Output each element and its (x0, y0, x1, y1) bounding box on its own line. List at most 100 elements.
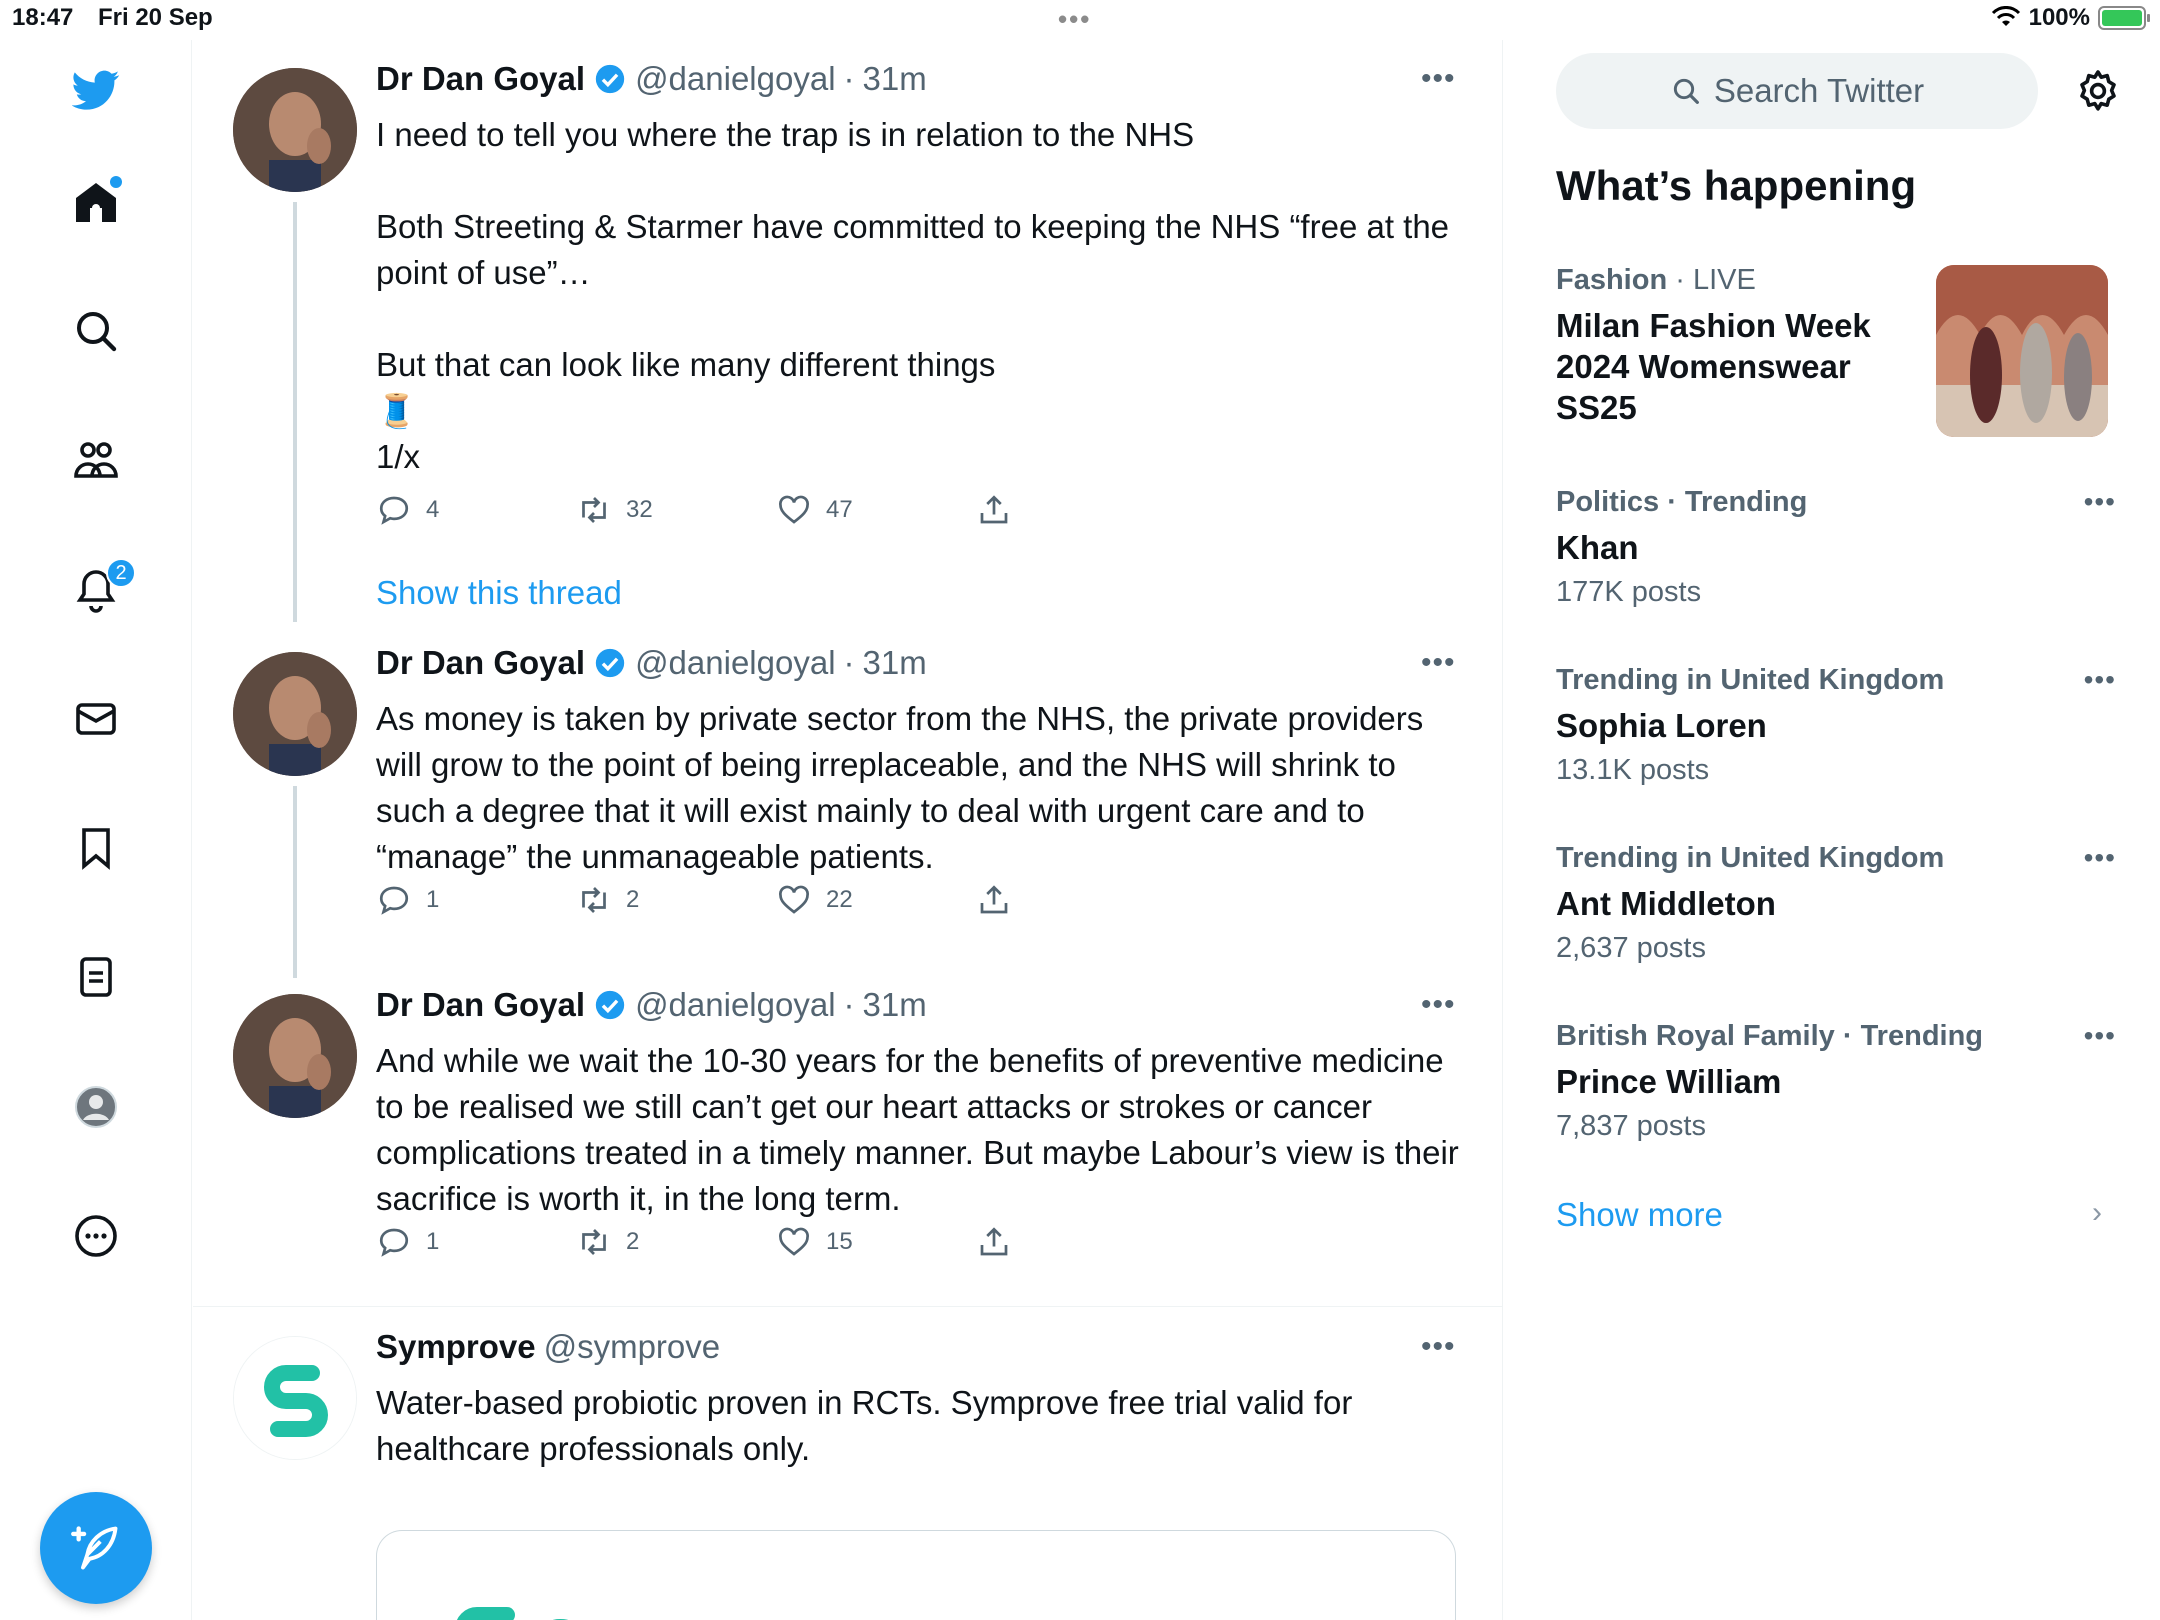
retweet-count: 2 (626, 886, 640, 913)
trend-category: Politics · Trending (1556, 486, 1808, 518)
share-button[interactable] (976, 492, 1176, 528)
reply-count: 1 (426, 1228, 440, 1255)
lists-icon[interactable] (66, 947, 126, 1007)
author-name[interactable]: Dr Dan Goyal (376, 644, 585, 682)
like-count: 22 (826, 886, 853, 913)
trend-title: Milan Fashion Week 2024 Womenswear SS25 (1556, 307, 1871, 426)
trend-more-icon[interactable]: ••• (2084, 486, 2116, 518)
left-nav: 2 (0, 40, 192, 1620)
tweet-timestamp[interactable]: 31m (863, 60, 927, 98)
trend-live-label: LIVE (1692, 264, 1756, 296)
header-separator: · (843, 644, 855, 681)
author-name[interactable]: Dr Dan Goyal (376, 60, 585, 98)
communities-icon[interactable] (66, 430, 126, 490)
trend-item[interactable]: British Royal Family · Trending Prince W… (1556, 1020, 2116, 1143)
heart-icon (779, 1227, 809, 1256)
ad-media-card[interactable]: Symprove (376, 1530, 1456, 1620)
trend-more-icon[interactable]: ••• (2084, 664, 2116, 696)
like-count: 47 (826, 496, 853, 523)
tweet-line-gap (376, 158, 1466, 204)
tweet-header: Dr Dan Goyal @danielgoyal · 31m (376, 60, 927, 98)
trend-more-icon[interactable]: ••• (2084, 842, 2116, 874)
trend-post-count: 2,637 posts (1556, 932, 1706, 964)
show-thread-link[interactable]: Show this thread (376, 574, 622, 612)
author-handle[interactable]: @danielgoyal (635, 644, 835, 682)
retweet-icon (582, 497, 606, 523)
search-input[interactable]: Search Twitter (1556, 53, 2038, 129)
tweet-more-icon[interactable]: ••• (1421, 62, 1456, 96)
tweet-actions: 1 2 15 (376, 1224, 1176, 1260)
trend-title: Sophia Loren (1556, 707, 1767, 744)
heart-icon (779, 495, 809, 524)
show-more-link[interactable]: Show more (1556, 1196, 1723, 1234)
reply-count: 1 (426, 886, 440, 913)
tweet-more-icon[interactable]: ••• (1421, 988, 1456, 1022)
trend-thumbnail-image[interactable] (1936, 265, 2108, 437)
author-avatar[interactable] (233, 68, 357, 192)
tweet-more-icon[interactable]: ••• (1421, 646, 1456, 680)
settings-gear-icon[interactable] (2074, 67, 2122, 115)
tweet-more-icon[interactable]: ••• (1421, 1330, 1456, 1364)
retweet-button[interactable]: 32 (576, 492, 776, 528)
retweet-button[interactable]: 2 (576, 882, 776, 918)
tweet-timestamp[interactable]: 31m (863, 644, 927, 682)
status-indicators: 100% (1991, 4, 2150, 32)
more-options-icon[interactable] (66, 1206, 126, 1266)
tweet-timestamp[interactable]: 31m (863, 986, 927, 1024)
reply-button[interactable]: 4 (376, 492, 576, 528)
header-separator: · (843, 986, 855, 1023)
like-button[interactable]: 22 (776, 882, 976, 918)
trend-category: Fashion · LIVE (1556, 264, 1936, 297)
verified-badge-icon (595, 648, 625, 678)
share-icon (980, 1227, 1008, 1256)
status-time: 18:47 (12, 4, 74, 31)
trend-item[interactable]: Politics · Trending Khan 177K posts ••• (1556, 486, 2116, 609)
author-handle[interactable]: @danielgoyal (635, 60, 835, 98)
reply-icon (379, 496, 409, 525)
profile-avatar-icon[interactable] (66, 1077, 126, 1137)
reply-button[interactable]: 1 (376, 882, 576, 918)
trend-post-count: 7,837 posts (1556, 1110, 1706, 1142)
symprove-logo-icon (457, 1607, 515, 1620)
tweet-actions: 4 32 47 (376, 492, 1176, 528)
compose-tweet-button[interactable] (40, 1492, 152, 1604)
author-avatar[interactable] (233, 652, 357, 776)
retweet-button[interactable]: 2 (576, 1224, 776, 1260)
reply-button[interactable]: 1 (376, 1224, 576, 1260)
tweet-line: Both Streeting & Starmer have committed … (376, 208, 1450, 291)
status-date: Fri 20 Sep (98, 4, 213, 31)
right-sidebar: Search Twitter What’s happening Fashion … (1504, 40, 2160, 1620)
battery-icon (2098, 6, 2150, 30)
home-icon[interactable] (66, 172, 126, 232)
like-button[interactable]: 47 (776, 492, 976, 528)
share-button[interactable] (976, 882, 1176, 918)
notifications-badge: 2 (106, 558, 136, 588)
trend-post-count: 13.1K posts (1556, 754, 1710, 786)
tweet-text: As money is taken by private sector from… (376, 700, 1424, 875)
compose-feather-icon (71, 1526, 118, 1570)
author-avatar[interactable] (233, 994, 357, 1118)
chevron-right-icon[interactable]: › (2092, 1196, 2102, 1230)
bookmarks-icon[interactable] (66, 818, 126, 878)
advertiser-handle[interactable]: @symprove (544, 1328, 721, 1366)
thread-connector (293, 202, 297, 622)
like-button[interactable]: 15 (776, 1224, 976, 1260)
thread-emoji: 🧵 (376, 392, 418, 429)
twitter-logo-icon[interactable] (66, 60, 126, 120)
ad-card-logo: Symprove (443, 1597, 821, 1620)
trend-more-icon[interactable]: ••• (2084, 1020, 2116, 1052)
multitasking-dots-icon[interactable]: ••• (1058, 4, 1091, 35)
messages-icon[interactable] (66, 689, 126, 749)
author-handle[interactable]: @danielgoyal (635, 986, 835, 1024)
trend-item[interactable]: Trending in United Kingdom Ant Middleton… (1556, 842, 2116, 965)
trend-item[interactable]: Fashion · LIVE Milan Fashion Week 2024 W… (1556, 264, 1936, 428)
advertiser-avatar[interactable] (233, 1336, 357, 1460)
trend-item[interactable]: Trending in United Kingdom Sophia Loren … (1556, 664, 2116, 787)
author-name[interactable]: Dr Dan Goyal (376, 986, 585, 1024)
advertiser-name[interactable]: Symprove (376, 1328, 536, 1366)
whats-happening-heading: What’s happening (1556, 162, 1917, 209)
search-icon[interactable] (66, 301, 126, 361)
tweet-header: Symprove @symprove (376, 1328, 720, 1366)
notifications-bell-icon[interactable]: 2 (66, 558, 136, 620)
share-button[interactable] (976, 1224, 1176, 1260)
